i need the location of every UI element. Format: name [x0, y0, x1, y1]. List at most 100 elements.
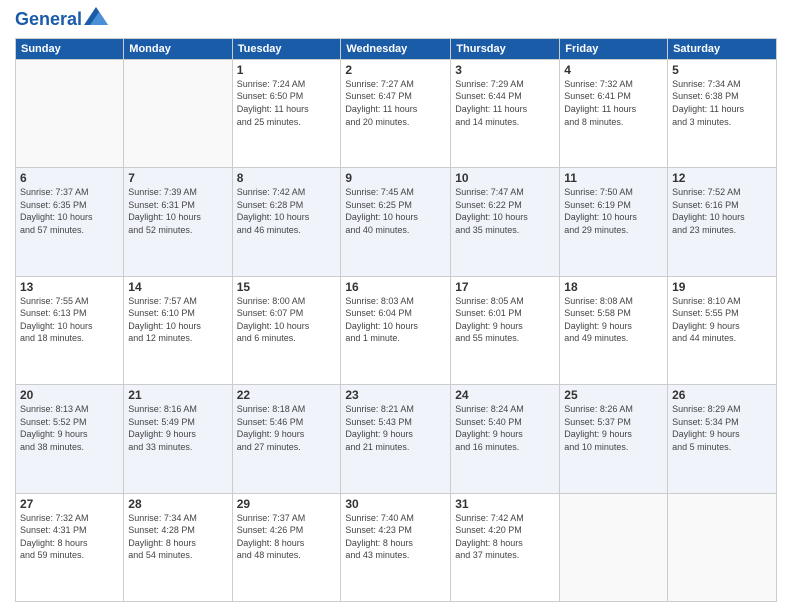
- day-info: Sunrise: 8:16 AM Sunset: 5:49 PM Dayligh…: [128, 403, 227, 453]
- logo-icon: [84, 7, 108, 25]
- calendar-day-cell: 28Sunrise: 7:34 AM Sunset: 4:28 PM Dayli…: [124, 493, 232, 601]
- day-number: 3: [455, 63, 555, 77]
- day-info: Sunrise: 7:34 AM Sunset: 6:38 PM Dayligh…: [672, 78, 772, 128]
- logo: General: [15, 10, 108, 30]
- calendar-day-cell: 26Sunrise: 8:29 AM Sunset: 5:34 PM Dayli…: [668, 385, 777, 493]
- day-info: Sunrise: 7:50 AM Sunset: 6:19 PM Dayligh…: [564, 186, 663, 236]
- calendar-day-cell: 11Sunrise: 7:50 AM Sunset: 6:19 PM Dayli…: [560, 168, 668, 276]
- day-number: 29: [237, 497, 337, 511]
- calendar-day-cell: 20Sunrise: 8:13 AM Sunset: 5:52 PM Dayli…: [16, 385, 124, 493]
- day-number: 30: [345, 497, 446, 511]
- day-info: Sunrise: 7:32 AM Sunset: 4:31 PM Dayligh…: [20, 512, 119, 562]
- day-info: Sunrise: 7:37 AM Sunset: 4:26 PM Dayligh…: [237, 512, 337, 562]
- calendar-day-cell: 22Sunrise: 8:18 AM Sunset: 5:46 PM Dayli…: [232, 385, 341, 493]
- calendar-week-row: 6Sunrise: 7:37 AM Sunset: 6:35 PM Daylig…: [16, 168, 777, 276]
- calendar-day-cell: 1Sunrise: 7:24 AM Sunset: 6:50 PM Daylig…: [232, 59, 341, 167]
- day-number: 6: [20, 171, 119, 185]
- day-info: Sunrise: 7:47 AM Sunset: 6:22 PM Dayligh…: [455, 186, 555, 236]
- day-number: 16: [345, 280, 446, 294]
- day-number: 25: [564, 388, 663, 402]
- weekday-header: Tuesday: [232, 38, 341, 59]
- day-number: 1: [237, 63, 337, 77]
- calendar-day-cell: 6Sunrise: 7:37 AM Sunset: 6:35 PM Daylig…: [16, 168, 124, 276]
- header: General: [15, 10, 777, 30]
- calendar-day-cell: 15Sunrise: 8:00 AM Sunset: 6:07 PM Dayli…: [232, 276, 341, 384]
- weekday-header: Sunday: [16, 38, 124, 59]
- day-number: 13: [20, 280, 119, 294]
- day-info: Sunrise: 7:57 AM Sunset: 6:10 PM Dayligh…: [128, 295, 227, 345]
- calendar-day-cell: 16Sunrise: 8:03 AM Sunset: 6:04 PM Dayli…: [341, 276, 451, 384]
- weekday-header: Monday: [124, 38, 232, 59]
- day-info: Sunrise: 8:13 AM Sunset: 5:52 PM Dayligh…: [20, 403, 119, 453]
- day-number: 2: [345, 63, 446, 77]
- day-info: Sunrise: 8:24 AM Sunset: 5:40 PM Dayligh…: [455, 403, 555, 453]
- day-info: Sunrise: 8:00 AM Sunset: 6:07 PM Dayligh…: [237, 295, 337, 345]
- day-number: 10: [455, 171, 555, 185]
- calendar-day-cell: 10Sunrise: 7:47 AM Sunset: 6:22 PM Dayli…: [451, 168, 560, 276]
- calendar-day-cell: 21Sunrise: 8:16 AM Sunset: 5:49 PM Dayli…: [124, 385, 232, 493]
- calendar-day-cell: [560, 493, 668, 601]
- calendar-day-cell: 8Sunrise: 7:42 AM Sunset: 6:28 PM Daylig…: [232, 168, 341, 276]
- calendar-day-cell: 5Sunrise: 7:34 AM Sunset: 6:38 PM Daylig…: [668, 59, 777, 167]
- day-number: 5: [672, 63, 772, 77]
- day-info: Sunrise: 8:21 AM Sunset: 5:43 PM Dayligh…: [345, 403, 446, 453]
- calendar-day-cell: 14Sunrise: 7:57 AM Sunset: 6:10 PM Dayli…: [124, 276, 232, 384]
- calendar-day-cell: 3Sunrise: 7:29 AM Sunset: 6:44 PM Daylig…: [451, 59, 560, 167]
- calendar-day-cell: 7Sunrise: 7:39 AM Sunset: 6:31 PM Daylig…: [124, 168, 232, 276]
- calendar-day-cell: 17Sunrise: 8:05 AM Sunset: 6:01 PM Dayli…: [451, 276, 560, 384]
- day-info: Sunrise: 7:52 AM Sunset: 6:16 PM Dayligh…: [672, 186, 772, 236]
- calendar-day-cell: 23Sunrise: 8:21 AM Sunset: 5:43 PM Dayli…: [341, 385, 451, 493]
- weekday-header: Thursday: [451, 38, 560, 59]
- calendar-day-cell: 24Sunrise: 8:24 AM Sunset: 5:40 PM Dayli…: [451, 385, 560, 493]
- calendar-day-cell: 31Sunrise: 7:42 AM Sunset: 4:20 PM Dayli…: [451, 493, 560, 601]
- day-info: Sunrise: 7:45 AM Sunset: 6:25 PM Dayligh…: [345, 186, 446, 236]
- day-number: 24: [455, 388, 555, 402]
- day-info: Sunrise: 8:26 AM Sunset: 5:37 PM Dayligh…: [564, 403, 663, 453]
- day-info: Sunrise: 7:37 AM Sunset: 6:35 PM Dayligh…: [20, 186, 119, 236]
- day-number: 9: [345, 171, 446, 185]
- calendar-day-cell: [668, 493, 777, 601]
- day-info: Sunrise: 7:27 AM Sunset: 6:47 PM Dayligh…: [345, 78, 446, 128]
- weekday-header: Friday: [560, 38, 668, 59]
- calendar-body: 1Sunrise: 7:24 AM Sunset: 6:50 PM Daylig…: [16, 59, 777, 601]
- day-number: 28: [128, 497, 227, 511]
- day-info: Sunrise: 8:18 AM Sunset: 5:46 PM Dayligh…: [237, 403, 337, 453]
- day-info: Sunrise: 7:39 AM Sunset: 6:31 PM Dayligh…: [128, 186, 227, 236]
- calendar-week-row: 13Sunrise: 7:55 AM Sunset: 6:13 PM Dayli…: [16, 276, 777, 384]
- day-info: Sunrise: 7:24 AM Sunset: 6:50 PM Dayligh…: [237, 78, 337, 128]
- weekday-header: Saturday: [668, 38, 777, 59]
- calendar-day-cell: 4Sunrise: 7:32 AM Sunset: 6:41 PM Daylig…: [560, 59, 668, 167]
- calendar-day-cell: 2Sunrise: 7:27 AM Sunset: 6:47 PM Daylig…: [341, 59, 451, 167]
- calendar-week-row: 1Sunrise: 7:24 AM Sunset: 6:50 PM Daylig…: [16, 59, 777, 167]
- calendar-day-cell: 9Sunrise: 7:45 AM Sunset: 6:25 PM Daylig…: [341, 168, 451, 276]
- calendar-table: SundayMondayTuesdayWednesdayThursdayFrid…: [15, 38, 777, 602]
- day-number: 14: [128, 280, 227, 294]
- calendar-day-cell: 29Sunrise: 7:37 AM Sunset: 4:26 PM Dayli…: [232, 493, 341, 601]
- calendar-week-row: 27Sunrise: 7:32 AM Sunset: 4:31 PM Dayli…: [16, 493, 777, 601]
- day-number: 18: [564, 280, 663, 294]
- calendar-day-cell: [16, 59, 124, 167]
- day-number: 27: [20, 497, 119, 511]
- day-number: 15: [237, 280, 337, 294]
- day-info: Sunrise: 7:34 AM Sunset: 4:28 PM Dayligh…: [128, 512, 227, 562]
- calendar-day-cell: 13Sunrise: 7:55 AM Sunset: 6:13 PM Dayli…: [16, 276, 124, 384]
- day-info: Sunrise: 8:03 AM Sunset: 6:04 PM Dayligh…: [345, 295, 446, 345]
- day-number: 8: [237, 171, 337, 185]
- calendar-week-row: 20Sunrise: 8:13 AM Sunset: 5:52 PM Dayli…: [16, 385, 777, 493]
- calendar-day-cell: 19Sunrise: 8:10 AM Sunset: 5:55 PM Dayli…: [668, 276, 777, 384]
- page: General SundayMondayTuesdayWednesdayThur…: [0, 0, 792, 612]
- day-info: Sunrise: 7:29 AM Sunset: 6:44 PM Dayligh…: [455, 78, 555, 128]
- day-info: Sunrise: 7:55 AM Sunset: 6:13 PM Dayligh…: [20, 295, 119, 345]
- day-number: 4: [564, 63, 663, 77]
- day-info: Sunrise: 8:10 AM Sunset: 5:55 PM Dayligh…: [672, 295, 772, 345]
- calendar-day-cell: 25Sunrise: 8:26 AM Sunset: 5:37 PM Dayli…: [560, 385, 668, 493]
- day-info: Sunrise: 7:40 AM Sunset: 4:23 PM Dayligh…: [345, 512, 446, 562]
- day-number: 17: [455, 280, 555, 294]
- calendar-day-cell: [124, 59, 232, 167]
- day-number: 7: [128, 171, 227, 185]
- day-number: 19: [672, 280, 772, 294]
- day-info: Sunrise: 8:08 AM Sunset: 5:58 PM Dayligh…: [564, 295, 663, 345]
- day-number: 26: [672, 388, 772, 402]
- day-info: Sunrise: 7:32 AM Sunset: 6:41 PM Dayligh…: [564, 78, 663, 128]
- logo-text: General: [15, 10, 82, 30]
